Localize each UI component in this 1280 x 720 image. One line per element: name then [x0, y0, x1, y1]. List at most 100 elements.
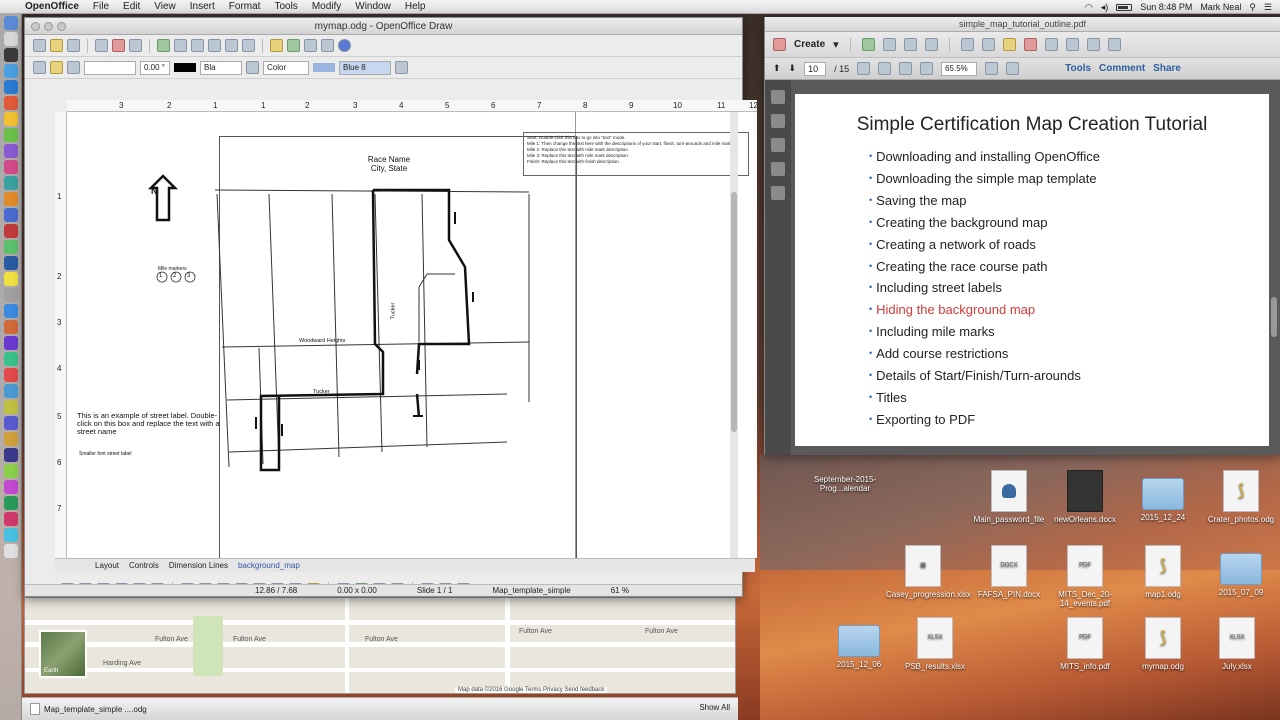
full-screen-icon[interactable] — [1006, 62, 1020, 75]
dock-app-icon[interactable] — [4, 464, 18, 478]
page-number-input[interactable]: 10 — [804, 61, 827, 76]
dock-app-icon[interactable] — [4, 416, 18, 430]
dock-app-icon[interactable] — [4, 112, 18, 126]
menu-file[interactable]: File — [86, 1, 116, 12]
gallery-icon[interactable] — [304, 39, 317, 52]
desktop-file[interactable]: newOrleans.docx — [1048, 470, 1122, 524]
paste-icon[interactable] — [208, 39, 221, 52]
tab-layout[interactable]: Layout — [95, 561, 119, 570]
volume-icon[interactable]: ◂) — [1101, 2, 1109, 13]
wifi-icon[interactable]: ◠ — [1085, 2, 1093, 13]
street-label[interactable]: Tucker — [313, 389, 330, 395]
desktop-file[interactable]: PDF MITS_Dec_20-14_events.pdf — [1048, 545, 1122, 608]
menu-user[interactable]: Mark Neal — [1200, 2, 1241, 12]
street-label[interactable]: Tucker — [390, 303, 396, 320]
dock-app-icon[interactable] — [4, 496, 18, 510]
pdf-scrollbar[interactable] — [1271, 87, 1277, 447]
dock-app-icon[interactable] — [4, 48, 18, 62]
desktop-folder[interactable]: 2015_07_09 — [1204, 545, 1278, 597]
window-titlebar[interactable]: mymap.odg - OpenOffice Draw — [25, 18, 742, 35]
status-zoom[interactable]: 61 % — [611, 586, 629, 595]
scroll-thumb[interactable] — [731, 192, 737, 432]
dock-app-icon[interactable] — [4, 128, 18, 142]
tools-button[interactable]: Tools — [1065, 63, 1091, 74]
dock-app-icon[interactable] — [4, 480, 18, 494]
dock-app-icon[interactable] — [4, 512, 18, 526]
show-all-button[interactable]: Show All — [699, 703, 730, 712]
export-pdf-icon[interactable] — [112, 39, 125, 52]
spellcheck-icon[interactable] — [157, 39, 170, 52]
share-button[interactable]: Share — [1153, 63, 1181, 74]
cut-icon[interactable] — [174, 39, 187, 52]
desktop-file[interactable]: XLSX PSB_results.xlsx — [898, 617, 972, 671]
comment-icon[interactable] — [1002, 38, 1016, 51]
desktop-file[interactable]: PDF MITS_info.pdf — [1048, 617, 1122, 671]
previous-page-icon[interactable]: ⬆ — [773, 63, 781, 74]
close-icon[interactable] — [31, 22, 40, 31]
fit-page-icon[interactable] — [985, 62, 999, 75]
dock-app-icon[interactable] — [4, 208, 18, 222]
dock-app-icon[interactable] — [4, 384, 18, 398]
save-icon[interactable] — [67, 39, 80, 52]
dock-app-icon[interactable] — [4, 304, 18, 318]
dock-app-icon[interactable] — [4, 336, 18, 350]
desktop-file[interactable]: Main_password_file — [972, 470, 1046, 524]
create-button[interactable]: Create — [794, 39, 825, 50]
menu-app[interactable]: OpenOffice — [18, 1, 86, 12]
zoom-icon[interactable] — [321, 39, 334, 52]
north-arrow-icon[interactable] — [147, 174, 179, 222]
navigator-icon[interactable] — [287, 39, 300, 52]
desktop-file[interactable]: DOCX FAFSA_PIN.docx — [972, 545, 1046, 599]
dock-app-icon[interactable] — [4, 80, 18, 94]
new-icon[interactable] — [33, 39, 46, 52]
layers-icon[interactable] — [771, 186, 785, 200]
hand-tool-icon[interactable] — [878, 62, 892, 75]
redo-icon[interactable] — [242, 39, 255, 52]
tab-controls[interactable]: Controls — [129, 561, 159, 570]
street-label[interactable]: Woodward Heights — [299, 338, 345, 344]
dock-app-icon[interactable] — [4, 368, 18, 382]
minimize-icon[interactable] — [44, 22, 53, 31]
dock-app-icon[interactable] — [4, 528, 18, 542]
line-icon[interactable] — [33, 61, 46, 74]
zoom-out-icon[interactable] — [899, 62, 913, 75]
desktop-folder[interactable]: 2015_12_06 — [822, 617, 896, 669]
menu-clock[interactable]: Sun 8:48 PM — [1140, 2, 1192, 12]
window-titlebar[interactable]: simple_map_tutorial_outline.pdf — [765, 17, 1280, 32]
dock-app-icon[interactable] — [4, 160, 18, 174]
info-textbox[interactable]: Start: Double-click this box to go into … — [523, 132, 749, 176]
dock-app-icon[interactable] — [4, 176, 18, 190]
line-width-icon[interactable] — [246, 61, 259, 74]
comment-button[interactable]: Comment — [1099, 63, 1145, 74]
desktop-folder[interactable]: 2015_12_24 — [1126, 470, 1200, 522]
crop-icon[interactable] — [1107, 38, 1121, 51]
zoom-field[interactable]: 65.5% — [941, 61, 978, 76]
zoom-icon[interactable] — [57, 22, 66, 31]
pdf-reader-window[interactable]: simple_map_tutorial_outline.pdf Create ▾… — [764, 17, 1280, 455]
menu-window[interactable]: Window — [348, 1, 398, 12]
print-icon[interactable] — [129, 39, 142, 52]
angle-field[interactable]: 0.00 ° — [140, 60, 170, 75]
dock-app-icon[interactable] — [4, 400, 18, 414]
scroll-thumb[interactable] — [1271, 297, 1277, 337]
desktop-file[interactable]: ⟆ mymap.odg — [1126, 617, 1200, 671]
race-title-block[interactable]: Race Name City, State — [307, 155, 471, 173]
bookmarks-icon[interactable] — [771, 114, 785, 128]
signatures-icon[interactable] — [771, 162, 785, 176]
open-icon[interactable] — [861, 38, 875, 51]
drawing-canvas[interactable]: N Mile markers 1 2 3 Race Name City, Sta… — [67, 112, 757, 558]
desktop-file[interactable]: ⟆ Crater_photos.odg — [1204, 470, 1278, 524]
street-label-example[interactable]: This is an example of street label. Doub… — [77, 412, 227, 436]
dock-app-icon[interactable] — [4, 432, 18, 446]
tab-background-map[interactable]: background_map — [238, 561, 300, 570]
desktop-file[interactable]: ▦ Casey_progression.xlsx — [886, 545, 971, 599]
next-page-icon[interactable]: ⬇ — [789, 63, 797, 74]
dock-app-icon[interactable] — [4, 96, 18, 110]
attachments-icon[interactable] — [771, 138, 785, 152]
save-icon[interactable] — [882, 38, 896, 51]
dock-app-icon[interactable] — [4, 352, 18, 366]
menu-insert[interactable]: Insert — [183, 1, 222, 12]
menu-modify[interactable]: Modify — [305, 1, 348, 12]
dock-trash-icon[interactable] — [4, 544, 18, 558]
pdf-page[interactable]: Simple Certification Map Creation Tutori… — [795, 94, 1269, 446]
